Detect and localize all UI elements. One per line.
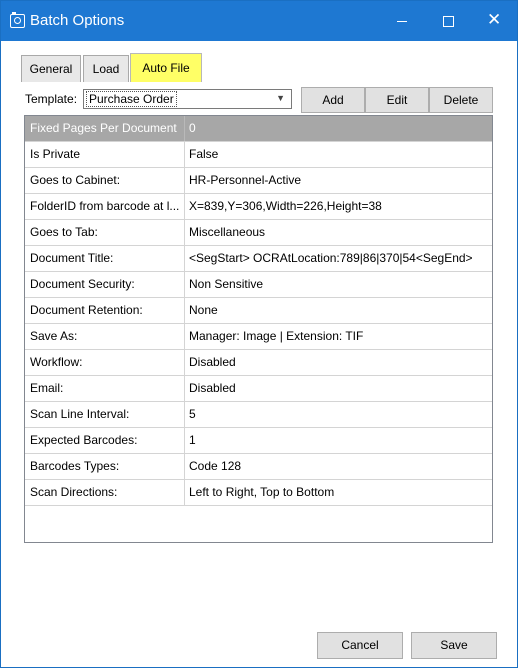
property-name: Is Private bbox=[25, 142, 185, 167]
property-name: Workflow: bbox=[25, 350, 185, 375]
property-name: Goes to Cabinet: bbox=[25, 168, 185, 193]
property-name: Expected Barcodes: bbox=[25, 428, 185, 453]
property-name: Goes to Tab: bbox=[25, 220, 185, 245]
tab-auto-file[interactable]: Auto File bbox=[130, 53, 202, 82]
delete-button[interactable]: Delete bbox=[429, 87, 493, 113]
title-bar[interactable]: Batch Options ✕ bbox=[1, 1, 517, 41]
cancel-button[interactable]: Cancel bbox=[317, 632, 403, 659]
property-value[interactable]: X=839,Y=306,Width=226,Height=38 bbox=[185, 194, 492, 219]
grid-row[interactable]: Document Security: Non Sensitive bbox=[25, 272, 492, 298]
property-value[interactable]: Manager: Image | Extension: TIF bbox=[185, 324, 492, 349]
minimize-button[interactable] bbox=[379, 1, 425, 41]
save-button[interactable]: Save bbox=[411, 632, 497, 659]
property-name: FolderID from barcode at l... bbox=[25, 194, 185, 219]
property-value[interactable]: Disabled bbox=[185, 376, 492, 401]
close-button[interactable]: ✕ bbox=[471, 1, 517, 41]
add-button[interactable]: Add bbox=[301, 87, 365, 113]
grid-row[interactable]: Workflow: Disabled bbox=[25, 350, 492, 376]
property-name: Document Security: bbox=[25, 272, 185, 297]
property-name: Document Retention: bbox=[25, 298, 185, 323]
property-value[interactable]: Miscellaneous bbox=[185, 220, 492, 245]
camera-icon bbox=[10, 12, 25, 28]
property-value[interactable]: HR-Personnel-Active bbox=[185, 168, 492, 193]
grid-row[interactable]: Save As: Manager: Image | Extension: TIF bbox=[25, 324, 492, 350]
grid-row[interactable]: Is Private False bbox=[25, 142, 492, 168]
close-icon: ✕ bbox=[487, 10, 502, 30]
property-name: Scan Directions: bbox=[25, 480, 185, 505]
tab-general[interactable]: General bbox=[21, 55, 81, 82]
grid-row[interactable]: Email: Disabled bbox=[25, 376, 492, 402]
property-grid[interactable]: Fixed Pages Per Document 0 Is Private Fa… bbox=[24, 115, 493, 543]
property-name: Document Title: bbox=[25, 246, 185, 271]
tab-load[interactable]: Load bbox=[83, 55, 129, 82]
property-value[interactable]: Code 128 bbox=[185, 454, 492, 479]
property-value[interactable]: False bbox=[185, 142, 492, 167]
template-label: Template: bbox=[25, 92, 78, 106]
grid-row[interactable]: Document Title: <SegStart> OCRAtLocation… bbox=[25, 246, 492, 272]
grid-row[interactable]: Goes to Tab: Miscellaneous bbox=[25, 220, 492, 246]
property-value[interactable]: Left to Right, Top to Bottom bbox=[185, 480, 492, 505]
property-value[interactable]: <SegStart> OCRAtLocation:789|86|370|54<S… bbox=[185, 246, 492, 271]
property-value[interactable]: 0 bbox=[185, 116, 492, 141]
grid-row[interactable]: Document Retention: None bbox=[25, 298, 492, 324]
grid-row[interactable]: Barcodes Types: Code 128 bbox=[25, 454, 492, 480]
grid-row[interactable]: Expected Barcodes: 1 bbox=[25, 428, 492, 454]
grid-row[interactable]: Goes to Cabinet: HR-Personnel-Active bbox=[25, 168, 492, 194]
grid-row-selected[interactable]: Fixed Pages Per Document 0 bbox=[25, 116, 492, 142]
property-name: Email: bbox=[25, 376, 185, 401]
grid-row[interactable]: Scan Line Interval: 5 bbox=[25, 402, 492, 428]
property-name: Save As: bbox=[25, 324, 185, 349]
maximize-icon bbox=[443, 16, 454, 27]
property-name: Scan Line Interval: bbox=[25, 402, 185, 427]
template-dropdown[interactable]: Purchase Order ▼ bbox=[83, 89, 292, 109]
edit-button[interactable]: Edit bbox=[365, 87, 429, 113]
property-name: Fixed Pages Per Document bbox=[25, 116, 185, 141]
window-title: Batch Options bbox=[30, 12, 125, 29]
property-value[interactable]: Disabled bbox=[185, 350, 492, 375]
property-value[interactable]: None bbox=[185, 298, 492, 323]
chevron-down-icon[interactable]: ▼ bbox=[276, 93, 285, 103]
minimize-icon bbox=[397, 21, 407, 22]
template-selected-value: Purchase Order bbox=[86, 91, 177, 107]
property-value[interactable]: Non Sensitive bbox=[185, 272, 492, 297]
grid-row[interactable]: FolderID from barcode at l... X=839,Y=30… bbox=[25, 194, 492, 220]
maximize-button[interactable] bbox=[425, 1, 471, 41]
property-name: Barcodes Types: bbox=[25, 454, 185, 479]
grid-row[interactable]: Scan Directions: Left to Right, Top to B… bbox=[25, 480, 492, 506]
property-value[interactable]: 5 bbox=[185, 402, 492, 427]
property-value[interactable]: 1 bbox=[185, 428, 492, 453]
